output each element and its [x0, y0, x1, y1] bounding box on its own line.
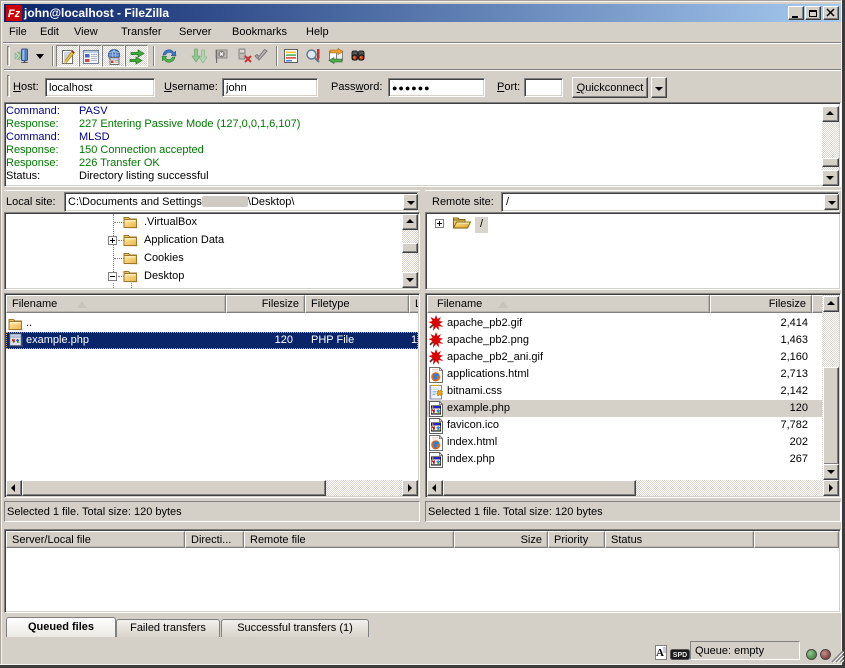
svg-text:Fz: Fz: [8, 8, 21, 20]
svg-text:SPD: SPD: [673, 652, 687, 659]
svg-text:A: A: [656, 647, 664, 659]
